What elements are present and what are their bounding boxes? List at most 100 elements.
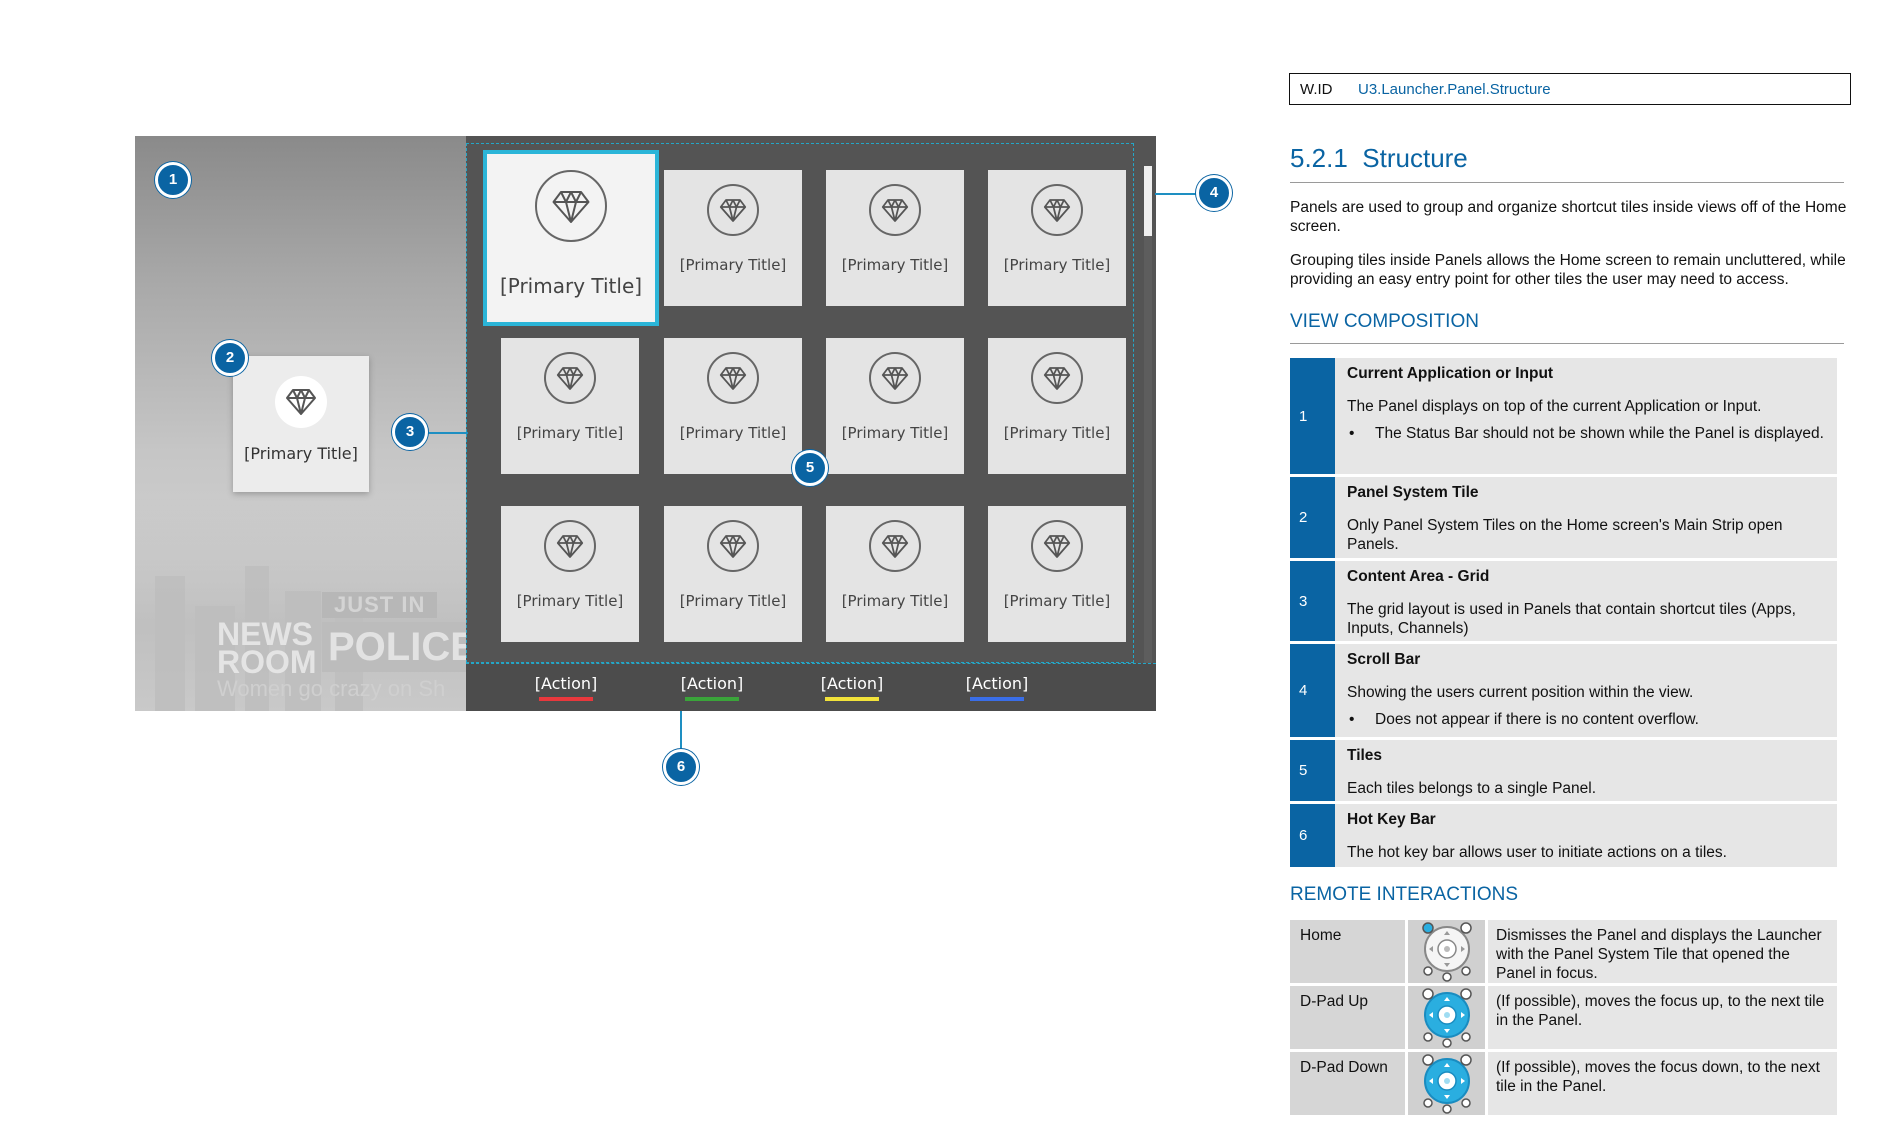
diamond-icon xyxy=(1031,352,1083,404)
row-body: Scroll Bar Showing the users current posi… xyxy=(1335,644,1837,737)
panel-mockup: JUST IN NEWS ROOM POLICE Women go crazy … xyxy=(135,136,1156,711)
diamond-icon xyxy=(275,376,327,428)
section-title-text: Structure xyxy=(1362,143,1468,173)
row-name: Tiles xyxy=(1347,747,1383,764)
view-composition-table: 1 Current Application or Input The Panel d… xyxy=(1290,358,1837,870)
diamond-icon xyxy=(869,352,921,404)
divider xyxy=(1290,343,1844,344)
row-description: Only Panel System Tiles on the Home scre… xyxy=(1347,517,1783,553)
remote-home-icon xyxy=(1408,920,1485,983)
row-description: Showing the users current position withi… xyxy=(1347,684,1694,701)
hotkey-red-line xyxy=(539,697,593,701)
row-body: Tiles Each tiles belongs to a single Pane… xyxy=(1335,740,1837,801)
news-room-logo: NEWS ROOM xyxy=(217,616,317,680)
section-number: 5.2.1 xyxy=(1290,143,1348,173)
tile[interactable]: [Primary Title] xyxy=(501,506,639,642)
row-number: 4 xyxy=(1290,644,1335,737)
tile[interactable]: [Primary Title] xyxy=(664,170,802,306)
row-description: The grid layout is used in Panels that c… xyxy=(1347,601,1796,637)
callout-3: 3 xyxy=(392,414,428,450)
row-body: Current Application or Input The Panel di… xyxy=(1335,358,1837,474)
scroll-bar-thumb[interactable] xyxy=(1144,166,1152,236)
tile[interactable]: [Primary Title] xyxy=(988,338,1126,474)
row-number: 6 xyxy=(1290,804,1335,867)
row-number: 2 xyxy=(1290,477,1335,558)
intro-paragraph-1: Panels are used to group and organize sh… xyxy=(1290,199,1847,235)
hotkey-yellow-line xyxy=(825,697,879,701)
diamond-icon xyxy=(707,352,759,404)
row-number: 3 xyxy=(1290,561,1335,641)
row-name: Panel System Tile xyxy=(1347,484,1479,501)
scroll-bar-track[interactable] xyxy=(1144,166,1152,666)
view-composition-row: 5 Tiles Each tiles belongs to a single Pan… xyxy=(1290,740,1837,801)
tile[interactable]: [Primary Title] xyxy=(664,338,802,474)
tile-title: [Primary Title] xyxy=(1003,256,1111,274)
tile[interactable]: [Primary Title] xyxy=(826,170,964,306)
callout-1: 1 xyxy=(155,162,191,198)
remote-description: (If possible), moves the focus up, to th… xyxy=(1488,986,1837,1049)
diamond-icon xyxy=(1031,184,1083,236)
row-description: The Panel displays on top of the current… xyxy=(1347,398,1762,415)
section-title: 5.2.1 Structure xyxy=(1290,143,1468,174)
news-overlay: JUST IN NEWS ROOM POLICE Women go crazy … xyxy=(217,592,522,701)
diamond-icon xyxy=(535,170,607,242)
callout-5: 5 xyxy=(792,450,828,486)
remote-description: (If possible), moves the focus down, to … xyxy=(1488,1052,1837,1115)
callout-2: 2 xyxy=(212,340,248,376)
row-number: 1 xyxy=(1290,358,1335,474)
remote-key: D-Pad Down xyxy=(1290,1052,1405,1115)
view-composition-heading: VIEW COMPOSITION xyxy=(1290,311,1479,332)
wid-box: W.ID U3.Launcher.Panel.Structure xyxy=(1289,73,1851,105)
row-number: 5 xyxy=(1290,740,1335,801)
tile[interactable]: [Primary Title] xyxy=(664,506,802,642)
tile[interactable]: [Primary Title] xyxy=(501,338,639,474)
callout-line-6 xyxy=(680,711,682,751)
tile[interactable]: [Primary Title] xyxy=(988,170,1126,306)
tile-title: [Primary Title] xyxy=(679,256,787,274)
remote-interaction-row: D-Pad Up (If possible), moves the focus … xyxy=(1290,986,1837,1049)
tile[interactable]: [Primary Title] xyxy=(826,506,964,642)
panel: [Primary Title] [Primary Title] [Primary T… xyxy=(466,136,1156,711)
remote-dpad-down-icon xyxy=(1408,1052,1485,1115)
remote-interactions-table: Home Dismisses the Panel and displays th… xyxy=(1290,920,1837,1118)
row-name: Current Application or Input xyxy=(1347,365,1554,382)
tile-title: [Primary Title] xyxy=(841,424,949,442)
tile-title: [Primary Title] xyxy=(841,256,949,274)
callout-4: 4 xyxy=(1196,175,1232,211)
row-body: Panel System Tile Only Panel System Tiles… xyxy=(1335,477,1837,558)
hotkey-blue[interactable]: [Action] xyxy=(952,674,1042,701)
tile-title: [Primary Title] xyxy=(516,592,624,610)
row-bullet: Does not appear if there is no content o… xyxy=(1347,710,1827,729)
view-composition-row: 4 Scroll Bar Showing the users current pos… xyxy=(1290,644,1837,737)
tile[interactable]: [Primary Title] xyxy=(826,338,964,474)
tile-title: [Primary Title] xyxy=(841,592,949,610)
hotkey-label: [Action] xyxy=(965,674,1029,693)
hotkey-label: [Action] xyxy=(820,674,884,693)
tile-title: [Primary Title] xyxy=(499,274,643,298)
skyline-building xyxy=(155,576,185,711)
remote-key: Home xyxy=(1290,920,1405,983)
panel-system-tile[interactable]: [Primary Title] xyxy=(233,356,369,492)
intro-paragraph-2: Grouping tiles inside Panels allows the … xyxy=(1290,252,1846,288)
row-description: The hot key bar allows user to initiate … xyxy=(1347,844,1727,861)
tile[interactable]: [Primary Title] xyxy=(988,506,1126,642)
row-name: Hot Key Bar xyxy=(1347,811,1436,828)
system-tile-title: [Primary Title] xyxy=(244,444,358,463)
callout-line-3 xyxy=(426,432,468,434)
remote-key: D-Pad Up xyxy=(1290,986,1405,1049)
tile-title: [Primary Title] xyxy=(679,424,787,442)
tile-focused[interactable]: [Primary Title] xyxy=(483,150,659,326)
tile-title: [Primary Title] xyxy=(516,424,624,442)
diamond-icon xyxy=(544,352,596,404)
view-composition-row: 1 Current Application or Input The Panel d… xyxy=(1290,358,1837,474)
remote-dpad-up-icon xyxy=(1408,986,1485,1049)
remote-interaction-row: Home Dismisses the Panel and displays th… xyxy=(1290,920,1837,983)
news-just-in: JUST IN xyxy=(322,592,438,618)
hotkey-red[interactable]: [Action] xyxy=(521,674,611,701)
hotkey-green[interactable]: [Action] xyxy=(667,674,757,701)
hotkey-label: [Action] xyxy=(680,674,744,693)
hotkey-yellow[interactable]: [Action] xyxy=(807,674,897,701)
divider xyxy=(1290,182,1844,183)
diamond-icon xyxy=(1031,520,1083,572)
diamond-icon xyxy=(707,520,759,572)
